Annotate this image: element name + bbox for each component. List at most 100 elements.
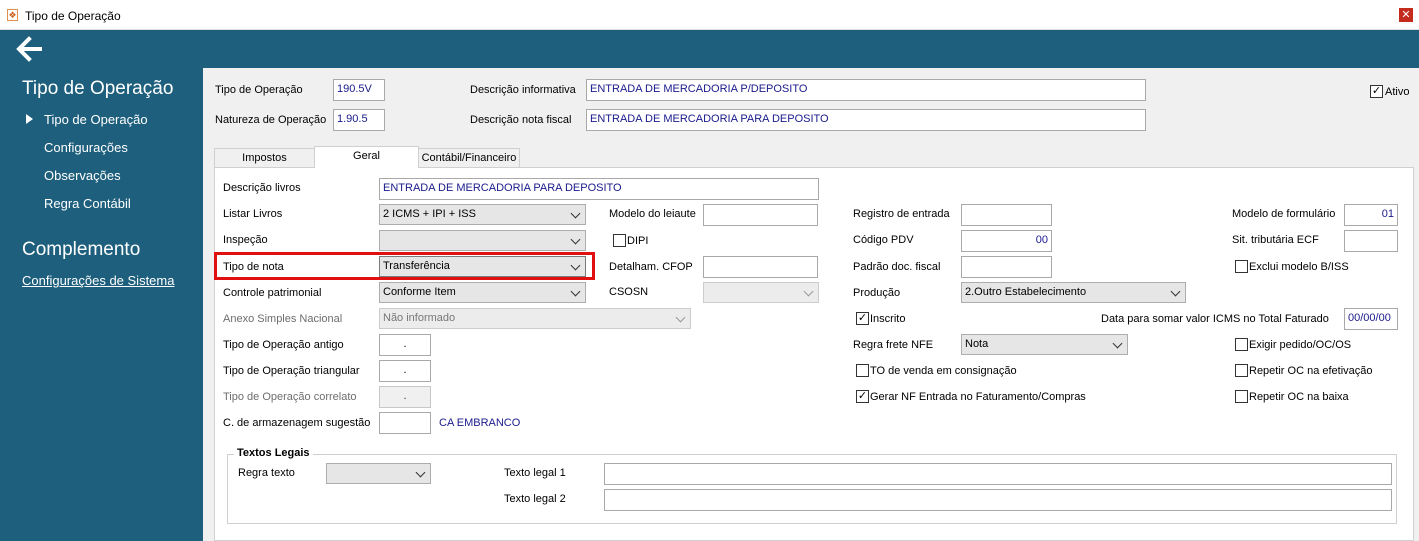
data-somar-label: Data para somar valor ICMS no Total Fatu… — [1101, 313, 1329, 325]
tab-contabil-financeiro[interactable]: Contábil/Financeiro — [418, 148, 520, 167]
sidebar-item-tipo-operacao[interactable]: Tipo de Operação — [44, 112, 148, 127]
chevron-down-icon — [570, 208, 581, 219]
regra-frete-label: Regra frete NFE — [853, 339, 934, 351]
close-icon[interactable]: ✕ — [1399, 8, 1413, 22]
repetir-efetivacao-checkbox[interactable] — [1235, 364, 1248, 377]
chevron-down-icon — [1112, 338, 1123, 349]
tipo-nota-value: Transferência — [383, 260, 450, 272]
window-titlebar: ❖ Tipo de Operação ✕ — [0, 0, 1419, 30]
selected-arrow-icon — [26, 114, 33, 124]
modelo-leiaute-label: Modelo do leiaute — [609, 208, 696, 220]
chevron-down-icon — [570, 286, 581, 297]
inspecao-label: Inspeção — [223, 234, 268, 246]
csosn-label: CSOSN — [609, 286, 649, 298]
gerar-nf-checkbox[interactable]: ✓ — [856, 390, 869, 403]
armazenagem-input[interactable] — [379, 412, 431, 434]
producao-label: Produção — [853, 287, 901, 299]
repetir-baixa-label: Repetir OC na baixa — [1249, 391, 1349, 403]
descricao-informativa-input[interactable]: ENTRADA DE MERCADORIA P/DEPOSITO — [586, 79, 1146, 101]
tipo-operacao-label: Tipo de Operação — [215, 84, 303, 96]
exclui-modelo-checkbox[interactable] — [1235, 260, 1248, 273]
registro-entrada-label: Registro de entrada — [853, 208, 950, 220]
data-somar-input[interactable]: 00/00/00 — [1344, 308, 1398, 330]
listar-livros-select[interactable]: 2 ICMS + IPI + ISS — [379, 204, 586, 225]
sidebar-section-complemento: Complemento — [22, 239, 141, 260]
listar-livros-label: Listar Livros — [223, 208, 283, 220]
descricao-nota-fiscal-label: Descrição nota fiscal — [470, 114, 572, 126]
natureza-operacao-input[interactable]: 1.90.5 — [333, 109, 385, 131]
texto-legal-2-input[interactable] — [604, 489, 1392, 511]
modelo-leiaute-input[interactable] — [703, 204, 818, 226]
back-arrow-icon[interactable] — [16, 36, 44, 62]
descricao-informativa-label: Descrição informativa — [470, 84, 576, 96]
controle-patrimonial-select[interactable]: Conforme Item — [379, 282, 586, 303]
anexo-simples-label: Anexo Simples Nacional — [223, 313, 343, 325]
chevron-down-icon — [415, 467, 426, 478]
to-antigo-input[interactable]: . — [379, 334, 431, 356]
dipi-checkbox[interactable] — [613, 234, 626, 247]
to-correlato-label: Tipo de Operação correlato — [223, 391, 357, 403]
controle-patrimonial-value: Conforme Item — [383, 286, 456, 298]
sidebar-section-title: Tipo de Operação — [22, 78, 174, 99]
tipo-operacao-input[interactable]: 190.5V — [333, 79, 385, 101]
codigo-pdv-label: Código PDV — [853, 234, 914, 246]
padrao-doc-fiscal-input[interactable] — [961, 256, 1052, 278]
sidebar-item-regra-contabil[interactable]: Regra Contábil — [44, 196, 131, 211]
regra-frete-select[interactable]: Nota — [961, 334, 1128, 355]
to-venda-checkbox[interactable] — [856, 364, 869, 377]
controle-patrimonial-label: Controle patrimonial — [223, 287, 322, 299]
descricao-nota-fiscal-input[interactable]: ENTRADA DE MERCADORIA PARA DEPOSITO — [586, 109, 1146, 131]
padrao-doc-fiscal-label: Padrão doc. fiscal — [853, 261, 941, 273]
tipo-nota-label: Tipo de nota — [223, 261, 284, 273]
producao-value: 2.Outro Estabelecimento — [965, 286, 1087, 298]
ativo-checkbox[interactable]: ✓ — [1370, 85, 1383, 98]
modelo-formulario-label: Modelo de formulário — [1232, 208, 1336, 220]
to-triangular-label: Tipo de Operação triangular — [223, 365, 360, 377]
main-panel: Tipo de Operação 190.5V Natureza de Oper… — [203, 68, 1419, 541]
chevron-down-icon — [570, 260, 581, 271]
exigir-pedido-checkbox[interactable] — [1235, 338, 1248, 351]
descricao-livros-input[interactable]: ENTRADA DE MERCADORIA PARA DEPOSITO — [379, 178, 819, 200]
detalham-cfop-input[interactable] — [703, 256, 818, 278]
armazenagem-description: CA EMBRANCO — [439, 417, 521, 429]
listar-livros-value: 2 ICMS + IPI + ISS — [383, 208, 476, 220]
tab-impostos[interactable]: Impostos — [214, 148, 315, 167]
window-title: Tipo de Operação — [25, 9, 121, 23]
sidebar-item-configuracoes[interactable]: Configurações — [44, 140, 128, 155]
tab-geral[interactable]: Geral — [314, 146, 419, 168]
to-antigo-label: Tipo de Operação antigo — [223, 339, 344, 351]
modelo-formulario-input[interactable]: 01 — [1344, 204, 1398, 226]
repetir-baixa-checkbox[interactable] — [1235, 390, 1248, 403]
tipo-nota-select[interactable]: Transferência — [379, 256, 586, 277]
anexo-simples-select: Não informado — [379, 308, 691, 329]
detalham-cfop-label: Detalham. CFOP — [609, 261, 693, 273]
producao-select[interactable]: 2.Outro Estabelecimento — [961, 282, 1186, 303]
chevron-down-icon — [675, 312, 686, 323]
codigo-pdv-input[interactable]: 00 — [961, 230, 1052, 252]
to-venda-label: TO de venda em consignação — [870, 365, 1017, 377]
sidebar-link-configuracoes-sistema[interactable]: Configurações de Sistema — [22, 273, 174, 288]
descricao-livros-label: Descrição livros — [223, 182, 301, 194]
inspecao-select[interactable] — [379, 230, 586, 251]
chevron-down-icon — [570, 234, 581, 245]
sit-tributaria-input[interactable] — [1344, 230, 1398, 252]
chevron-down-icon — [803, 286, 814, 297]
armazenagem-label: C. de armazenagem sugestão — [223, 417, 371, 429]
dipi-label: DIPI — [627, 235, 649, 247]
sidebar: Tipo de Operação Tipo de Operação Config… — [0, 68, 203, 541]
textos-legais-title: Textos Legais — [234, 447, 313, 459]
sidebar-item-observacoes[interactable]: Observações — [44, 168, 121, 183]
repetir-efetivacao-label: Repetir OC na efetivação — [1249, 365, 1373, 377]
to-triangular-input[interactable]: . — [379, 360, 431, 382]
regra-texto-label: Regra texto — [238, 467, 295, 479]
header-bar — [0, 30, 1419, 68]
inscrito-checkbox[interactable]: ✓ — [856, 312, 869, 325]
texto-legal-1-input[interactable] — [604, 463, 1392, 485]
regra-texto-select[interactable] — [326, 463, 431, 484]
csosn-select[interactable] — [703, 282, 819, 303]
anexo-simples-value: Não informado — [383, 312, 456, 324]
to-correlato-input: . — [379, 386, 431, 408]
registro-entrada-input[interactable] — [961, 204, 1052, 226]
regra-frete-value: Nota — [965, 338, 989, 350]
texto-legal-2-label: Texto legal 2 — [504, 493, 566, 505]
